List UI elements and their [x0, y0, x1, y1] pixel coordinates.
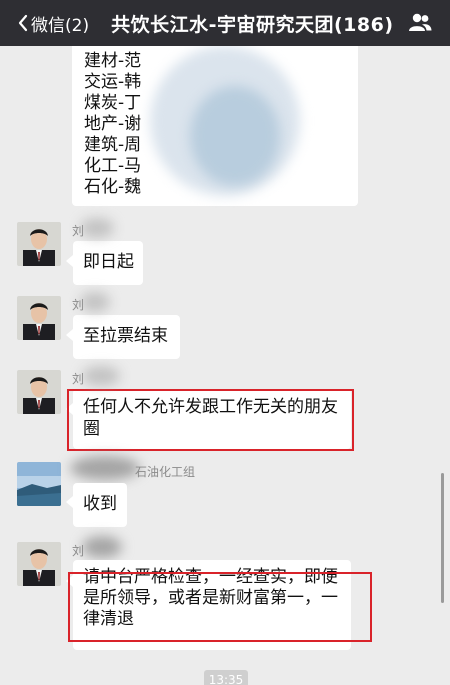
highlight-box [68, 572, 372, 642]
bubble-tail [66, 255, 73, 267]
message-text: 至拉票结束 [83, 326, 168, 346]
avatar[interactable] [17, 370, 61, 414]
message-bubble[interactable]: 至拉票结束 [73, 315, 180, 359]
message-bubble[interactable]: 收到 [73, 483, 127, 527]
avatar[interactable] [17, 222, 61, 266]
message-text: 收到 [83, 494, 117, 514]
scrollbar[interactable] [441, 473, 444, 603]
redaction-smudge [190, 86, 280, 186]
message-bubble[interactable]: 即日起 [73, 241, 143, 285]
chevron-left-icon [18, 14, 28, 32]
redaction-smudge [80, 218, 114, 238]
redaction-smudge [70, 456, 140, 480]
redaction-smudge [82, 536, 122, 558]
sender-name: 石油化工组 [135, 465, 196, 479]
message-list[interactable]: 建材-范 交运-韩 煤炭-丁 地产-谢 建筑-周 化工-马 石化-魏 刘 即日起 [0, 46, 450, 685]
message-row: 刘 任何人不允许发跟工作无关的朋友 圈 [0, 370, 450, 460]
group-info-icon[interactable] [408, 12, 432, 32]
avatar[interactable] [17, 296, 61, 340]
back-label: 微信(2) [31, 15, 90, 36]
message-row: 刘 至拉票结束 [0, 296, 450, 359]
avatar[interactable] [17, 542, 61, 586]
message-row: 石油化工组 收到 [0, 456, 450, 528]
redaction-smudge [82, 366, 120, 386]
bubble-tail [66, 329, 73, 341]
highlight-box [67, 389, 354, 451]
message-row: 刘 请中台严格检查，一经查实，即便 是所领导，或者是新财富第一，一 律清退 [0, 536, 450, 652]
bubble-tail [66, 496, 73, 508]
message-text: 即日起 [83, 252, 134, 272]
back-button[interactable]: 微信(2) [18, 11, 89, 36]
redaction-smudge [80, 292, 110, 312]
avatar[interactable] [17, 462, 61, 506]
chat-header: 微信(2) 共饮长江水-宇宙研究天团(186) [0, 0, 450, 46]
timestamp-badge: 13:35 [204, 670, 248, 685]
message-row: 刘 即日起 [0, 222, 450, 285]
chat-title: 共饮长江水-宇宙研究天团(186) [111, 13, 394, 36]
